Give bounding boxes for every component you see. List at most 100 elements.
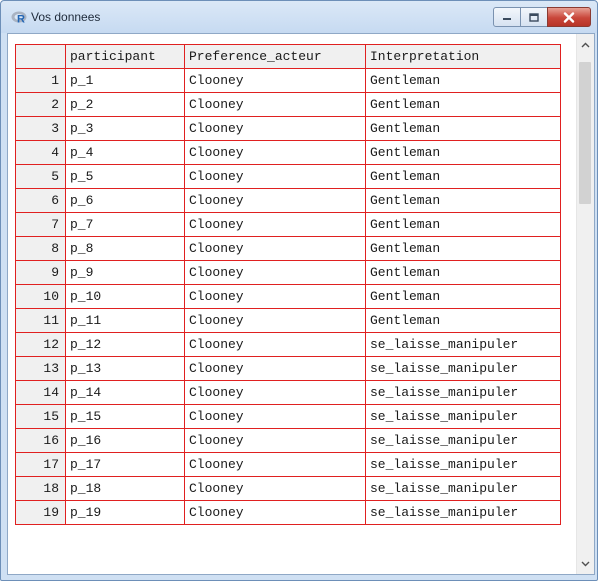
row-index[interactable]: 9	[15, 260, 66, 285]
cell-interpretation[interactable]: se_laisse_manipuler	[365, 500, 561, 525]
cell-preference-acteur[interactable]: Clooney	[184, 116, 366, 141]
cell-interpretation[interactable]: se_laisse_manipuler	[365, 380, 561, 405]
cell-interpretation[interactable]: Gentleman	[365, 164, 561, 189]
cell-preference-acteur[interactable]: Clooney	[184, 500, 366, 525]
cell-preference-acteur[interactable]: Clooney	[184, 188, 366, 213]
cell-participant[interactable]: p_17	[65, 452, 185, 477]
cell-participant[interactable]: p_10	[65, 284, 185, 309]
cell-participant[interactable]: p_12	[65, 332, 185, 357]
row-index[interactable]: 19	[15, 500, 66, 525]
data-viewer-window: R Vos donnees participant Preference_act…	[0, 0, 598, 581]
cell-preference-acteur[interactable]: Clooney	[184, 92, 366, 117]
table-row: 1 p_1 Clooney Gentleman	[15, 68, 561, 93]
cell-interpretation[interactable]: se_laisse_manipuler	[365, 356, 561, 381]
row-index[interactable]: 2	[15, 92, 66, 117]
cell-interpretation[interactable]: se_laisse_manipuler	[365, 452, 561, 477]
cell-interpretation[interactable]: Gentleman	[365, 284, 561, 309]
corner-cell[interactable]	[15, 44, 66, 69]
cell-interpretation[interactable]: se_laisse_manipuler	[365, 404, 561, 429]
cell-participant[interactable]: p_6	[65, 188, 185, 213]
cell-participant[interactable]: p_14	[65, 380, 185, 405]
cell-preference-acteur[interactable]: Clooney	[184, 284, 366, 309]
cell-participant[interactable]: p_7	[65, 212, 185, 237]
cell-preference-acteur[interactable]: Clooney	[184, 476, 366, 501]
title-bar[interactable]: R Vos donnees	[1, 1, 597, 33]
row-index[interactable]: 5	[15, 164, 66, 189]
cell-interpretation[interactable]: Gentleman	[365, 68, 561, 93]
cell-participant[interactable]: p_19	[65, 500, 185, 525]
cell-participant[interactable]: p_15	[65, 404, 185, 429]
cell-preference-acteur[interactable]: Clooney	[184, 236, 366, 261]
maximize-button[interactable]	[520, 7, 548, 27]
table-row: 18 p_18 Clooney se_laisse_manipuler	[15, 476, 561, 501]
row-index[interactable]: 8	[15, 236, 66, 261]
window-title: Vos donnees	[31, 10, 101, 24]
row-index[interactable]: 10	[15, 284, 66, 309]
cell-preference-acteur[interactable]: Clooney	[184, 68, 366, 93]
chevron-up-icon	[581, 42, 590, 47]
cell-preference-acteur[interactable]: Clooney	[184, 260, 366, 285]
cell-participant[interactable]: p_9	[65, 260, 185, 285]
cell-participant[interactable]: p_8	[65, 236, 185, 261]
cell-preference-acteur[interactable]: Clooney	[184, 356, 366, 381]
row-index[interactable]: 16	[15, 428, 66, 453]
cell-participant[interactable]: p_1	[65, 68, 185, 93]
row-index[interactable]: 3	[15, 116, 66, 141]
cell-preference-acteur[interactable]: Clooney	[184, 332, 366, 357]
cell-participant[interactable]: p_5	[65, 164, 185, 189]
cell-interpretation[interactable]: Gentleman	[365, 92, 561, 117]
close-button[interactable]	[547, 7, 591, 27]
cell-interpretation[interactable]: Gentleman	[365, 140, 561, 165]
row-index[interactable]: 6	[15, 188, 66, 213]
cell-interpretation[interactable]: Gentleman	[365, 116, 561, 141]
cell-preference-acteur[interactable]: Clooney	[184, 212, 366, 237]
row-index[interactable]: 13	[15, 356, 66, 381]
cell-preference-acteur[interactable]: Clooney	[184, 452, 366, 477]
row-index[interactable]: 18	[15, 476, 66, 501]
column-header-participant[interactable]: participant	[65, 44, 185, 69]
row-index[interactable]: 12	[15, 332, 66, 357]
minimize-icon	[503, 18, 511, 20]
table-row: 11 p_11 Clooney Gentleman	[15, 308, 561, 333]
cell-interpretation[interactable]: Gentleman	[365, 188, 561, 213]
row-index[interactable]: 4	[15, 140, 66, 165]
cell-interpretation[interactable]: se_laisse_manipuler	[365, 428, 561, 453]
scrollbar-thumb[interactable]	[579, 62, 591, 204]
cell-preference-acteur[interactable]: Clooney	[184, 164, 366, 189]
scroll-up-button[interactable]	[577, 36, 594, 53]
cell-participant[interactable]: p_2	[65, 92, 185, 117]
cell-preference-acteur[interactable]: Clooney	[184, 428, 366, 453]
cell-interpretation[interactable]: Gentleman	[365, 212, 561, 237]
cell-preference-acteur[interactable]: Clooney	[184, 140, 366, 165]
row-index[interactable]: 1	[15, 68, 66, 93]
table-row: 17 p_17 Clooney se_laisse_manipuler	[15, 452, 561, 477]
vertical-scrollbar[interactable]	[576, 34, 594, 574]
cell-participant[interactable]: p_4	[65, 140, 185, 165]
row-index[interactable]: 15	[15, 404, 66, 429]
column-header-interpretation[interactable]: Interpretation	[365, 44, 561, 69]
cell-interpretation[interactable]: Gentleman	[365, 260, 561, 285]
cell-participant[interactable]: p_16	[65, 428, 185, 453]
cell-participant[interactable]: p_3	[65, 116, 185, 141]
cell-preference-acteur[interactable]: Clooney	[184, 380, 366, 405]
cell-participant[interactable]: p_11	[65, 308, 185, 333]
table-row: 7 p_7 Clooney Gentleman	[15, 212, 561, 237]
cell-interpretation[interactable]: Gentleman	[365, 308, 561, 333]
table-row: 6 p_6 Clooney Gentleman	[15, 188, 561, 213]
cell-participant[interactable]: p_13	[65, 356, 185, 381]
cell-preference-acteur[interactable]: Clooney	[184, 308, 366, 333]
cell-interpretation[interactable]: se_laisse_manipuler	[365, 476, 561, 501]
cell-interpretation[interactable]: se_laisse_manipuler	[365, 332, 561, 357]
row-index[interactable]: 14	[15, 380, 66, 405]
minimize-button[interactable]	[493, 7, 521, 27]
table-row: 14 p_14 Clooney se_laisse_manipuler	[15, 380, 561, 405]
scroll-down-button[interactable]	[577, 555, 594, 572]
cell-preference-acteur[interactable]: Clooney	[184, 404, 366, 429]
row-index[interactable]: 11	[15, 308, 66, 333]
row-index[interactable]: 17	[15, 452, 66, 477]
row-index[interactable]: 7	[15, 212, 66, 237]
table-row: 12 p_12 Clooney se_laisse_manipuler	[15, 332, 561, 357]
cell-participant[interactable]: p_18	[65, 476, 185, 501]
cell-interpretation[interactable]: Gentleman	[365, 236, 561, 261]
column-header-preference-acteur[interactable]: Preference_acteur	[184, 44, 366, 69]
